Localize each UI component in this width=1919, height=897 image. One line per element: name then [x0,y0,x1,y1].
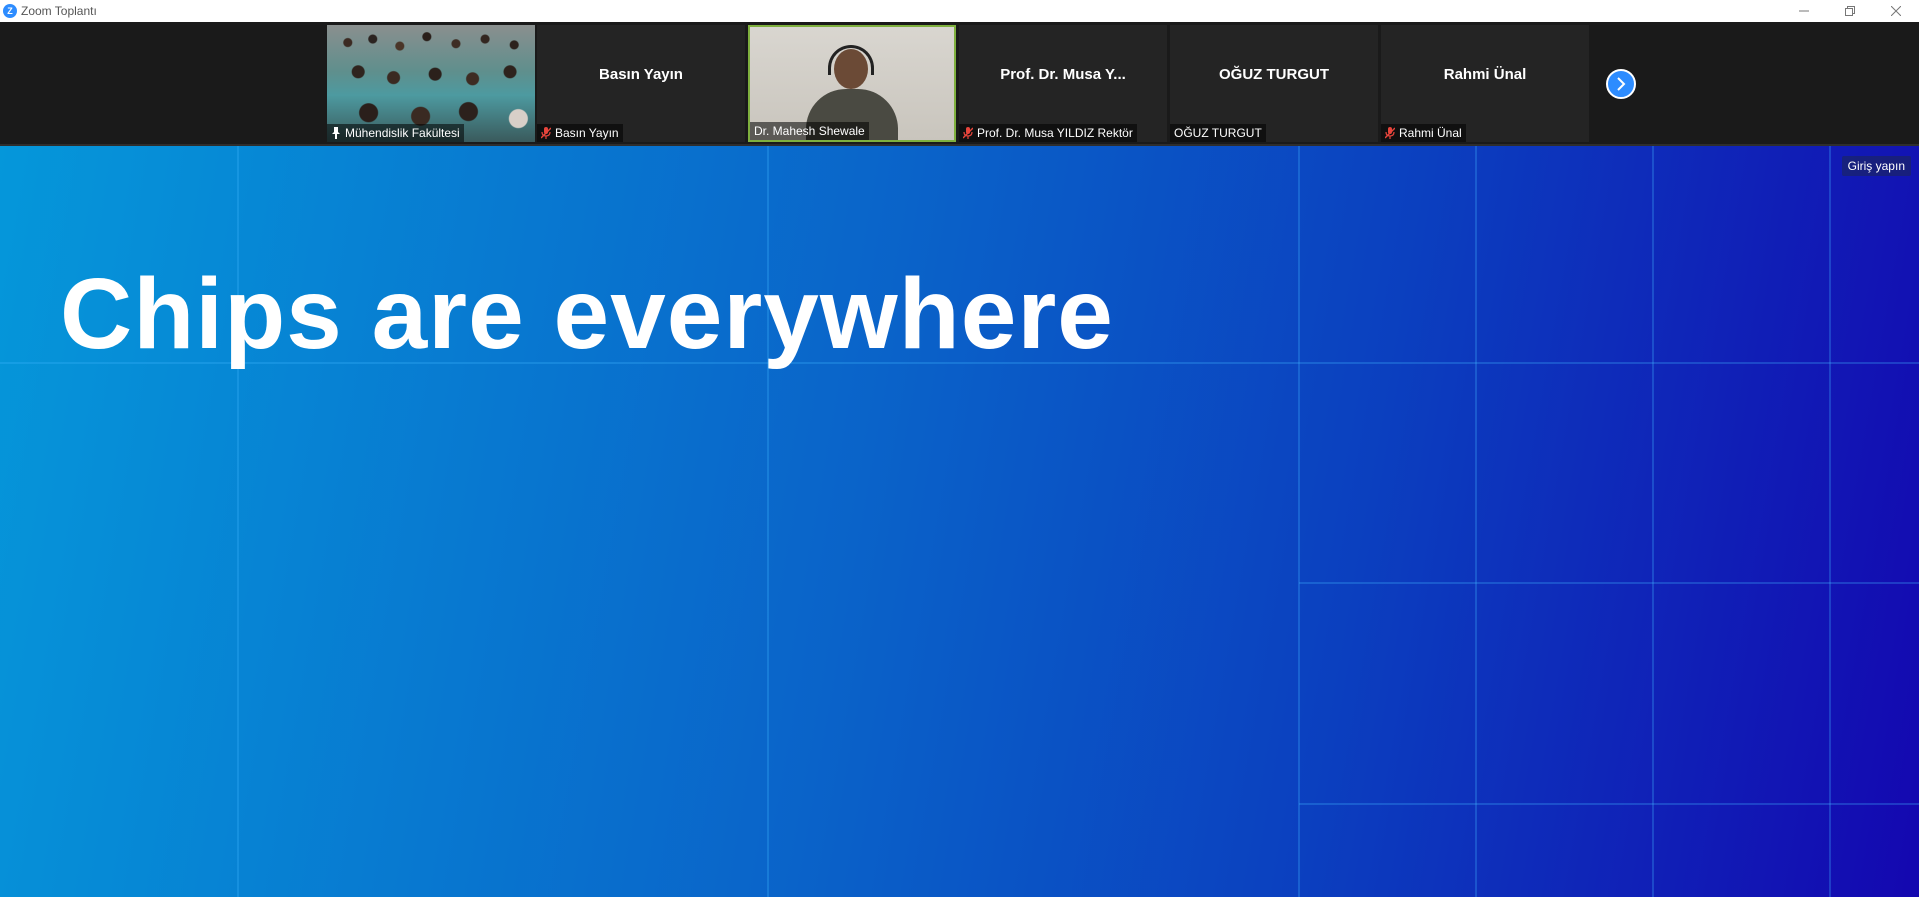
participant-name: Prof. Dr. Musa YILDIZ Rektör [977,126,1133,140]
next-participants-button[interactable] [1606,69,1636,99]
mic-muted-icon [963,127,973,139]
participant-name-label: Mühendislik Fakültesi [327,124,464,142]
minimize-button[interactable] [1781,0,1827,22]
signin-button[interactable]: Giriş yapın [1841,156,1911,176]
participant-tile-mahesh[interactable]: Dr. Mahesh Shewale [748,25,956,142]
slide-title: Chips are everywhere [60,258,1114,370]
participant-name-label: Dr. Mahesh Shewale [750,122,869,140]
participant-name: Basın Yayın [555,126,619,140]
participant-name: Rahmi Ünal [1399,126,1462,140]
participant-strip: Mühendislik Fakültesi Basın Yayın Basın … [0,22,1919,146]
window-titlebar: Z Zoom Toplantı [0,0,1919,22]
chevron-right-icon [1617,77,1626,91]
mic-muted-icon [541,127,551,139]
mic-muted-icon [1385,127,1395,139]
participant-name-label: Prof. Dr. Musa YILDIZ Rektör [959,124,1137,142]
participant-name: Dr. Mahesh Shewale [754,124,865,138]
participant-tile-musa[interactable]: Prof. Dr. Musa Y... Prof. Dr. Musa YILDI… [959,25,1167,142]
pin-icon [331,127,341,139]
restore-icon [1845,6,1855,16]
participant-center-name: Basın Yayın [599,66,683,83]
zoom-logo-icon: Z [3,4,17,18]
participant-tile-oguz[interactable]: OĞUZ TURGUT OĞUZ TURGUT [1170,25,1378,142]
participant-tile-muhendislik[interactable]: Mühendislik Fakültesi [327,25,535,142]
participant-tile-rahmi[interactable]: Rahmi Ünal Rahmi Ünal [1381,25,1589,142]
participant-center-name: Prof. Dr. Musa Y... [1000,66,1126,83]
window-controls [1781,0,1919,22]
participant-name: Mühendislik Fakültesi [345,126,460,140]
participant-name: OĞUZ TURGUT [1174,126,1262,140]
close-icon [1891,6,1901,16]
participant-center-name: Rahmi Ünal [1443,66,1527,83]
minimize-icon [1799,10,1809,12]
shared-screen-slide: Chips are everywhere Giriş yapın [0,146,1919,897]
participant-name-label: OĞUZ TURGUT [1170,124,1266,142]
close-button[interactable] [1873,0,1919,22]
participant-center-name: OĞUZ TURGUT [1219,66,1329,83]
window-title: Zoom Toplantı [21,4,97,18]
restore-button[interactable] [1827,0,1873,22]
participant-name-label: Rahmi Ünal [1381,124,1466,142]
participant-tile-basin[interactable]: Basın Yayın Basın Yayın [537,25,745,142]
participant-name-label: Basın Yayın [537,124,623,142]
